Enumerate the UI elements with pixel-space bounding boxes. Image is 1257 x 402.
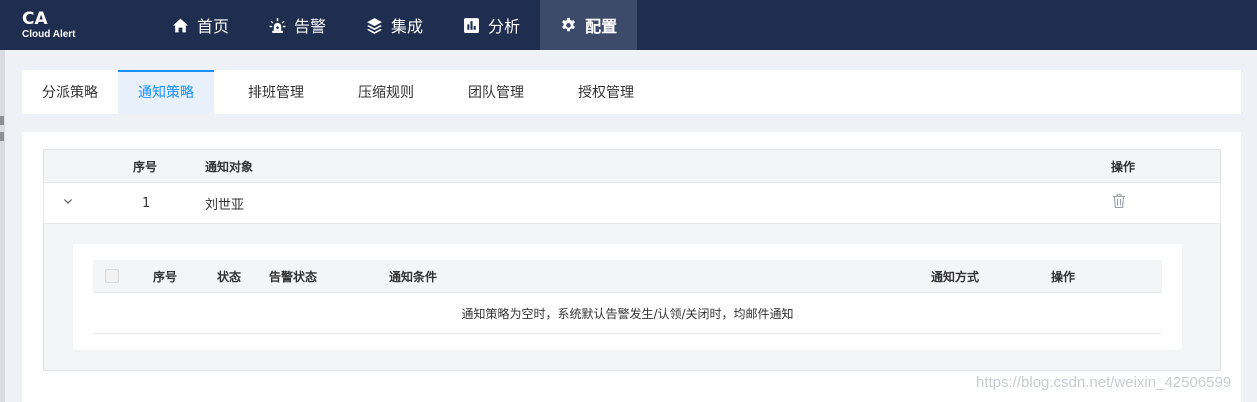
tab-team-management[interactable]: 团队管理 [441, 70, 551, 114]
gear-icon [560, 17, 577, 34]
nav-item-analysis[interactable]: 分析 [443, 0, 540, 50]
alarm-light-icon [269, 17, 286, 34]
delete-button[interactable] [1112, 183, 1126, 223]
tab-compression-rules[interactable]: 压缩规则 [331, 70, 441, 114]
top-nav-bar: CA Cloud Alert 首页 告警 集成 分析 配置 [0, 0, 1257, 50]
tab-authorization[interactable]: 授权管理 [551, 70, 661, 114]
table-row[interactable]: 1 刘世亚 [44, 183, 1220, 224]
nav-item-alarms[interactable]: 告警 [249, 0, 346, 50]
empty-state-message: 通知策略为空时，系统默认告警发生/认领/关闭时，均邮件通知 [93, 293, 1162, 334]
row-target: 刘世亚 [205, 197, 245, 213]
notify-rules-subtable: 序号 状态 告警状态 通知条件 通知方式 操作 通知策略为空时，系统默认告警发生… [73, 244, 1182, 350]
table-header: 序号 通知对象 操作 [44, 150, 1220, 183]
nav-label: 告警 [294, 17, 327, 36]
tab-notify-policy[interactable]: 通知策略 [118, 70, 214, 114]
subtable-header: 序号 状态 告警状态 通知条件 通知方式 操作 [93, 260, 1162, 293]
edge-mark [0, 116, 4, 125]
row-index: 1 [142, 195, 151, 211]
header-index: 序号 [133, 159, 158, 174]
header-alarm-status: 告警状态 [269, 269, 318, 284]
header-method: 通知方式 [931, 269, 980, 284]
header-actions: 操作 [1051, 269, 1076, 284]
nav-item-config[interactable]: 配置 [540, 0, 638, 50]
logo-sub-text: Cloud Alert [22, 29, 76, 40]
main-nav: 首页 告警 集成 分析 配置 [152, 0, 638, 50]
checkbox[interactable] [105, 269, 119, 283]
header-condition: 通知条件 [389, 269, 438, 284]
chart-icon [463, 17, 480, 34]
nav-item-integration[interactable]: 集成 [346, 0, 443, 50]
tab-schedule[interactable]: 排班管理 [214, 70, 331, 114]
nav-label: 集成 [391, 17, 424, 36]
app-logo[interactable]: CA Cloud Alert [22, 9, 76, 41]
header-index: 序号 [153, 269, 178, 284]
select-all-checkbox[interactable] [105, 260, 119, 292]
trash-icon [1112, 193, 1126, 213]
notify-targets-table: 序号 通知对象 操作 1 刘世亚 序号 状态 告警状态 通知条件 通知方式 操作… [43, 149, 1221, 371]
nav-label: 配置 [585, 17, 618, 36]
nav-item-home[interactable]: 首页 [152, 0, 249, 50]
content-panel: 序号 通知对象 操作 1 刘世亚 序号 状态 告警状态 通知条件 通知方式 操作… [22, 132, 1241, 402]
expand-row-button[interactable] [62, 183, 74, 223]
nav-label: 首页 [197, 17, 230, 36]
logo-main-text: CA [22, 9, 48, 29]
config-tabs: 分派策略 通知策略 排班管理 压缩规则 团队管理 授权管理 [22, 70, 1241, 114]
header-status: 状态 [217, 269, 242, 284]
home-icon [172, 17, 189, 34]
layers-icon [366, 17, 383, 34]
nav-label: 分析 [488, 17, 521, 36]
chevron-down-icon [62, 195, 74, 211]
header-actions: 操作 [1111, 159, 1136, 174]
left-edge-strip [0, 50, 5, 402]
watermark-text: https://blog.csdn.net/weixin_42506599 [976, 374, 1232, 391]
header-target: 通知对象 [205, 159, 254, 174]
tab-dispatch-policy[interactable]: 分派策略 [22, 70, 118, 114]
edge-mark [0, 132, 4, 141]
